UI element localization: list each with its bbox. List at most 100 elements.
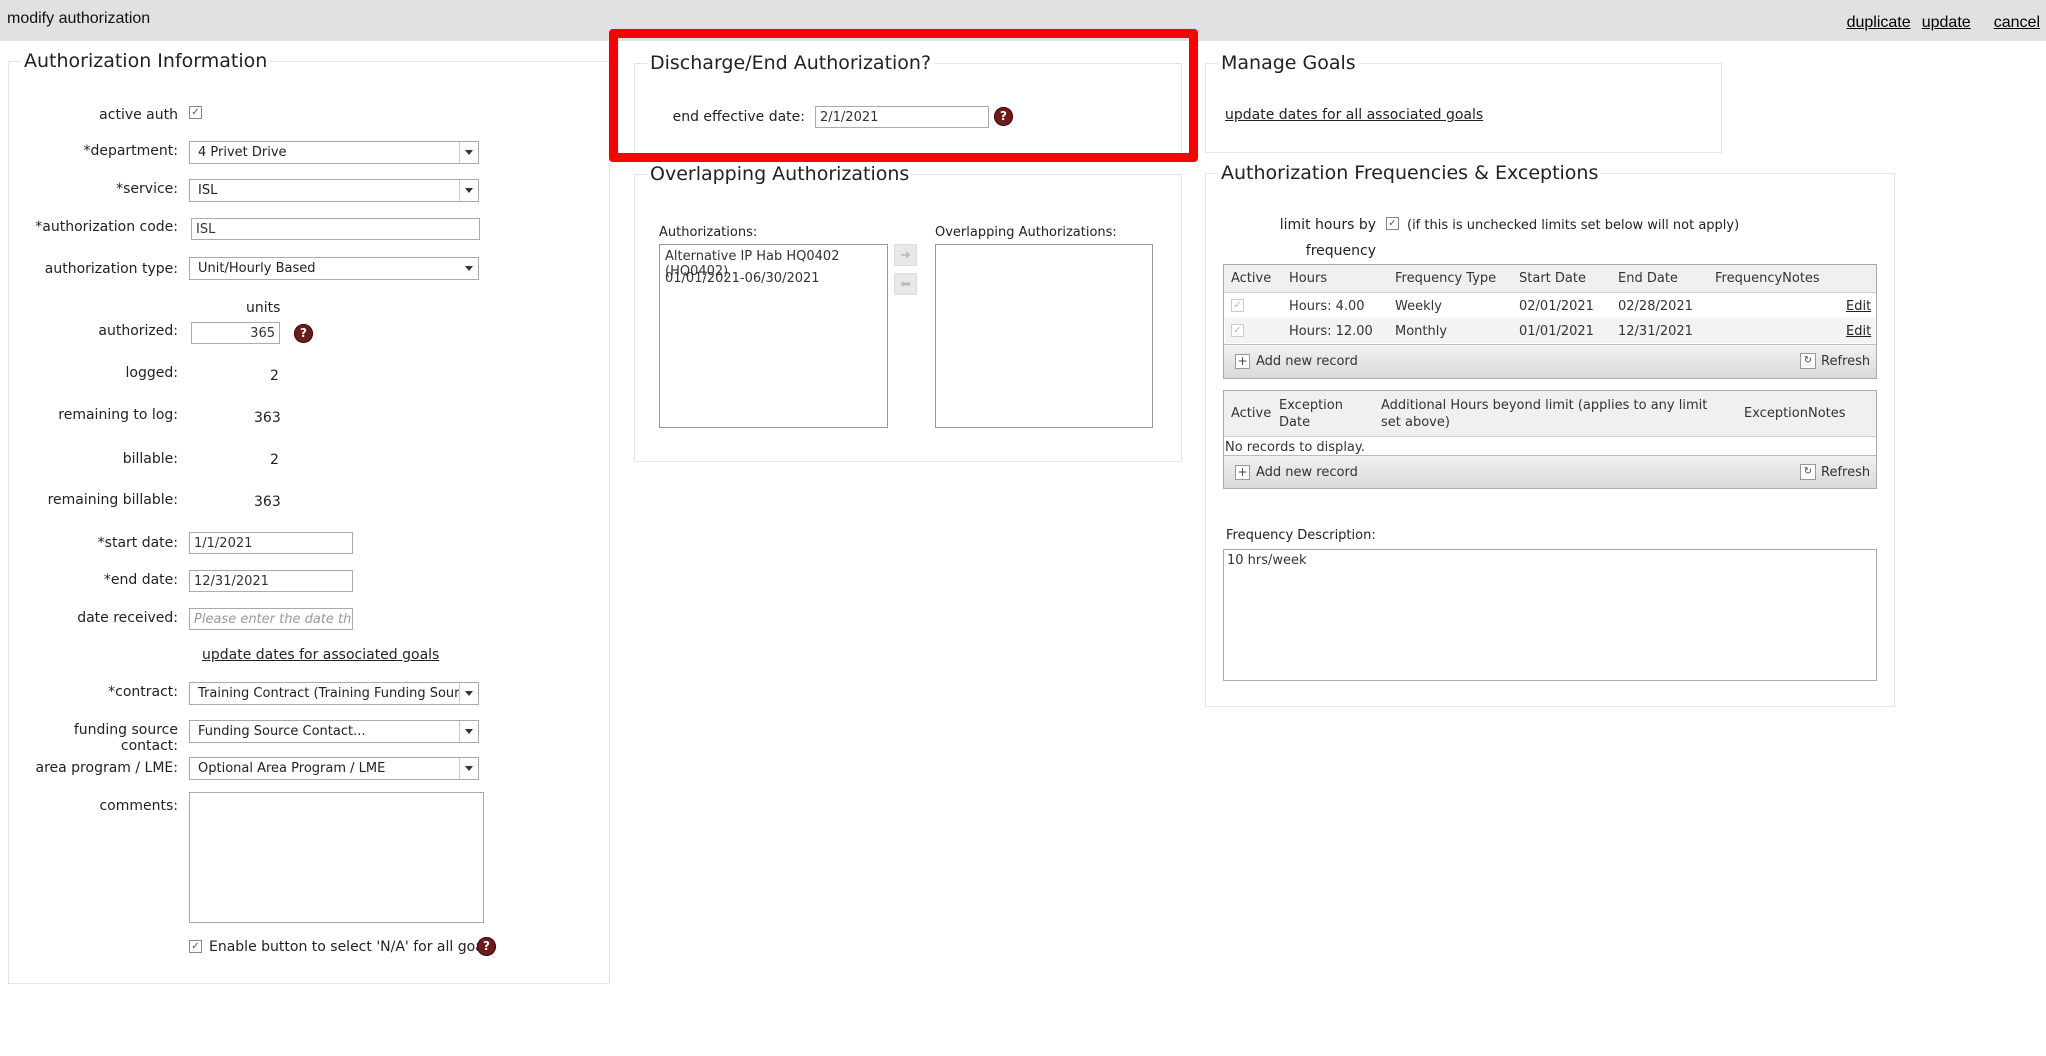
refresh-button[interactable]: Refresh: [1821, 354, 1870, 369]
update-link[interactable]: update: [1922, 14, 1971, 31]
department-label: *department:: [83, 143, 178, 159]
end-date-cell: 12/31/2021: [1618, 324, 1693, 339]
end-date-input[interactable]: 12/31/2021: [189, 570, 353, 592]
column-header[interactable]: Exception Date: [1279, 397, 1343, 431]
units-label: units: [246, 300, 281, 316]
active-auth-label: active auth: [99, 107, 178, 123]
overlapping-authorizations-legend: Overlapping Authorizations: [650, 163, 910, 185]
comments-label: comments:: [99, 798, 178, 814]
plus-icon[interactable]: +: [1235, 465, 1250, 480]
area-program-select[interactable]: Optional Area Program / LME: [189, 757, 479, 780]
department-select[interactable]: 4 Privet Drive: [189, 141, 479, 164]
frequency-description-textarea[interactable]: 10 hrs/week: [1223, 549, 1877, 681]
active-checkbox: ✓: [1231, 299, 1244, 312]
update-dates-all-goals-link[interactable]: update dates for all associated goals: [1225, 107, 1483, 123]
remaining-billable-value: 363: [254, 494, 281, 510]
auth-type-value: Unit/Hourly Based: [198, 261, 316, 276]
frequencies-legend: Authorization Frequencies & Exceptions: [1221, 162, 1599, 184]
frequency-type-cell: Weekly: [1395, 299, 1442, 314]
refresh-icon[interactable]: ↻: [1800, 464, 1816, 480]
department-value: 4 Privet Drive: [198, 145, 287, 160]
move-left-button[interactable]: ⬅: [894, 273, 917, 295]
grid-header: Active Exception Date Additional Hours b…: [1224, 391, 1876, 437]
end-date-label: *end date:: [103, 572, 178, 588]
authorized-input[interactable]: 365: [191, 322, 280, 344]
auth-code-input[interactable]: ISL: [191, 218, 480, 240]
auth-type-select[interactable]: Unit/Hourly Based: [189, 257, 479, 280]
update-dates-associated-goals-link[interactable]: update dates for associated goals: [202, 647, 439, 663]
authorizations-label: Authorizations:: [659, 225, 758, 240]
logged-label: logged:: [125, 365, 178, 381]
limit-hours-note: (if this is unchecked limits set below w…: [1407, 218, 1740, 233]
duplicate-link[interactable]: duplicate: [1847, 14, 1911, 31]
start-date-cell: 02/01/2021: [1519, 299, 1594, 314]
remaining-billable-label: remaining billable:: [47, 492, 178, 508]
start-date-input[interactable]: 1/1/2021: [189, 532, 353, 554]
list-item[interactable]: 01/01/2021-06/30/2021: [665, 271, 820, 286]
billable-value: 2: [270, 452, 279, 468]
exceptions-grid: Active Exception Date Additional Hours b…: [1223, 390, 1877, 489]
chevron-down-icon: [459, 758, 478, 779]
no-records-message: No records to display.: [1225, 440, 1365, 455]
contract-select[interactable]: Training Contract (Training Funding Sour…: [189, 682, 479, 705]
comments-textarea[interactable]: [189, 792, 484, 923]
plus-icon[interactable]: +: [1235, 354, 1250, 369]
refresh-button[interactable]: Refresh: [1821, 465, 1870, 480]
funding-contact-select[interactable]: Funding Source Contact...: [189, 720, 479, 743]
column-header[interactable]: Additional Hours beyond limit (applies t…: [1381, 397, 1711, 431]
na-goals-checkbox[interactable]: ✓: [189, 940, 202, 953]
overlapping-authorizations-listbox[interactable]: [935, 244, 1153, 428]
column-header[interactable]: Frequency Type: [1395, 271, 1496, 286]
area-program-label: area program / LME:: [35, 760, 179, 776]
cancel-link[interactable]: cancel: [1994, 14, 2040, 31]
chevron-down-icon: [460, 258, 478, 279]
hours-cell: Hours: 12.00: [1289, 324, 1373, 339]
chevron-down-icon: [459, 142, 478, 163]
add-new-record-button[interactable]: Add new record: [1256, 465, 1358, 480]
column-header[interactable]: ExceptionNotes: [1744, 406, 1846, 421]
manage-goals-panel: Manage Goals: [1205, 52, 1722, 153]
funding-contact-label: funding source contact:: [73, 722, 178, 754]
edit-link[interactable]: Edit: [1846, 299, 1871, 314]
edit-link[interactable]: Edit: [1846, 324, 1871, 339]
refresh-icon[interactable]: ↻: [1800, 353, 1816, 369]
authorization-information-legend: Authorization Information: [24, 50, 268, 72]
auth-code-label: *authorization code:: [35, 219, 178, 235]
authorized-label: authorized:: [98, 323, 178, 339]
chevron-down-icon: [459, 721, 478, 742]
limit-hours-label-2: frequency: [1305, 243, 1376, 259]
limit-hours-label: limit hours by: [1279, 217, 1376, 233]
service-select[interactable]: ISL: [189, 179, 479, 202]
highlight-box: [609, 29, 1198, 162]
chevron-down-icon: [459, 180, 478, 201]
limit-hours-checkbox[interactable]: ✓: [1386, 217, 1399, 230]
funding-contact-value: Funding Source Contact...: [198, 724, 366, 739]
remaining-log-label: remaining to log:: [58, 407, 178, 423]
move-right-button[interactable]: ➜: [894, 244, 917, 266]
help-icon[interactable]: ?: [477, 937, 496, 956]
hours-cell: Hours: 4.00: [1289, 299, 1365, 314]
help-icon[interactable]: ?: [294, 324, 313, 343]
logged-value: 2: [270, 368, 279, 384]
authorizations-listbox[interactable]: Alternative IP Hab HQ0402 (HQ0402) 01/01…: [659, 244, 888, 428]
column-header[interactable]: FrequencyNotes: [1715, 271, 1820, 286]
overlapping-authorizations-label: Overlapping Authorizations:: [935, 225, 1117, 240]
column-header[interactable]: Hours: [1289, 271, 1327, 286]
grid-header: Active Hours Frequency Type Start Date E…: [1224, 265, 1876, 293]
billable-label: billable:: [122, 451, 178, 467]
column-header[interactable]: End Date: [1618, 271, 1678, 286]
add-new-record-button[interactable]: Add new record: [1256, 354, 1358, 369]
active-auth-checkbox[interactable]: ✓: [189, 106, 202, 119]
grid-footer: + Add new record ↻ Refresh: [1224, 455, 1876, 488]
date-received-input[interactable]: Please enter the date the au: [189, 608, 353, 630]
frequencies-grid: Active Hours Frequency Type Start Date E…: [1223, 264, 1877, 379]
start-date-cell: 01/01/2021: [1519, 324, 1594, 339]
manage-goals-legend: Manage Goals: [1221, 52, 1356, 74]
service-label: *service:: [116, 181, 178, 197]
remaining-log-value: 363: [254, 410, 281, 426]
contract-label: *contract:: [108, 684, 178, 700]
column-header[interactable]: Start Date: [1519, 271, 1586, 286]
column-header[interactable]: Active: [1231, 271, 1271, 286]
column-header[interactable]: Active: [1231, 406, 1271, 421]
title-actions: duplicate update cancel: [1847, 12, 2046, 32]
